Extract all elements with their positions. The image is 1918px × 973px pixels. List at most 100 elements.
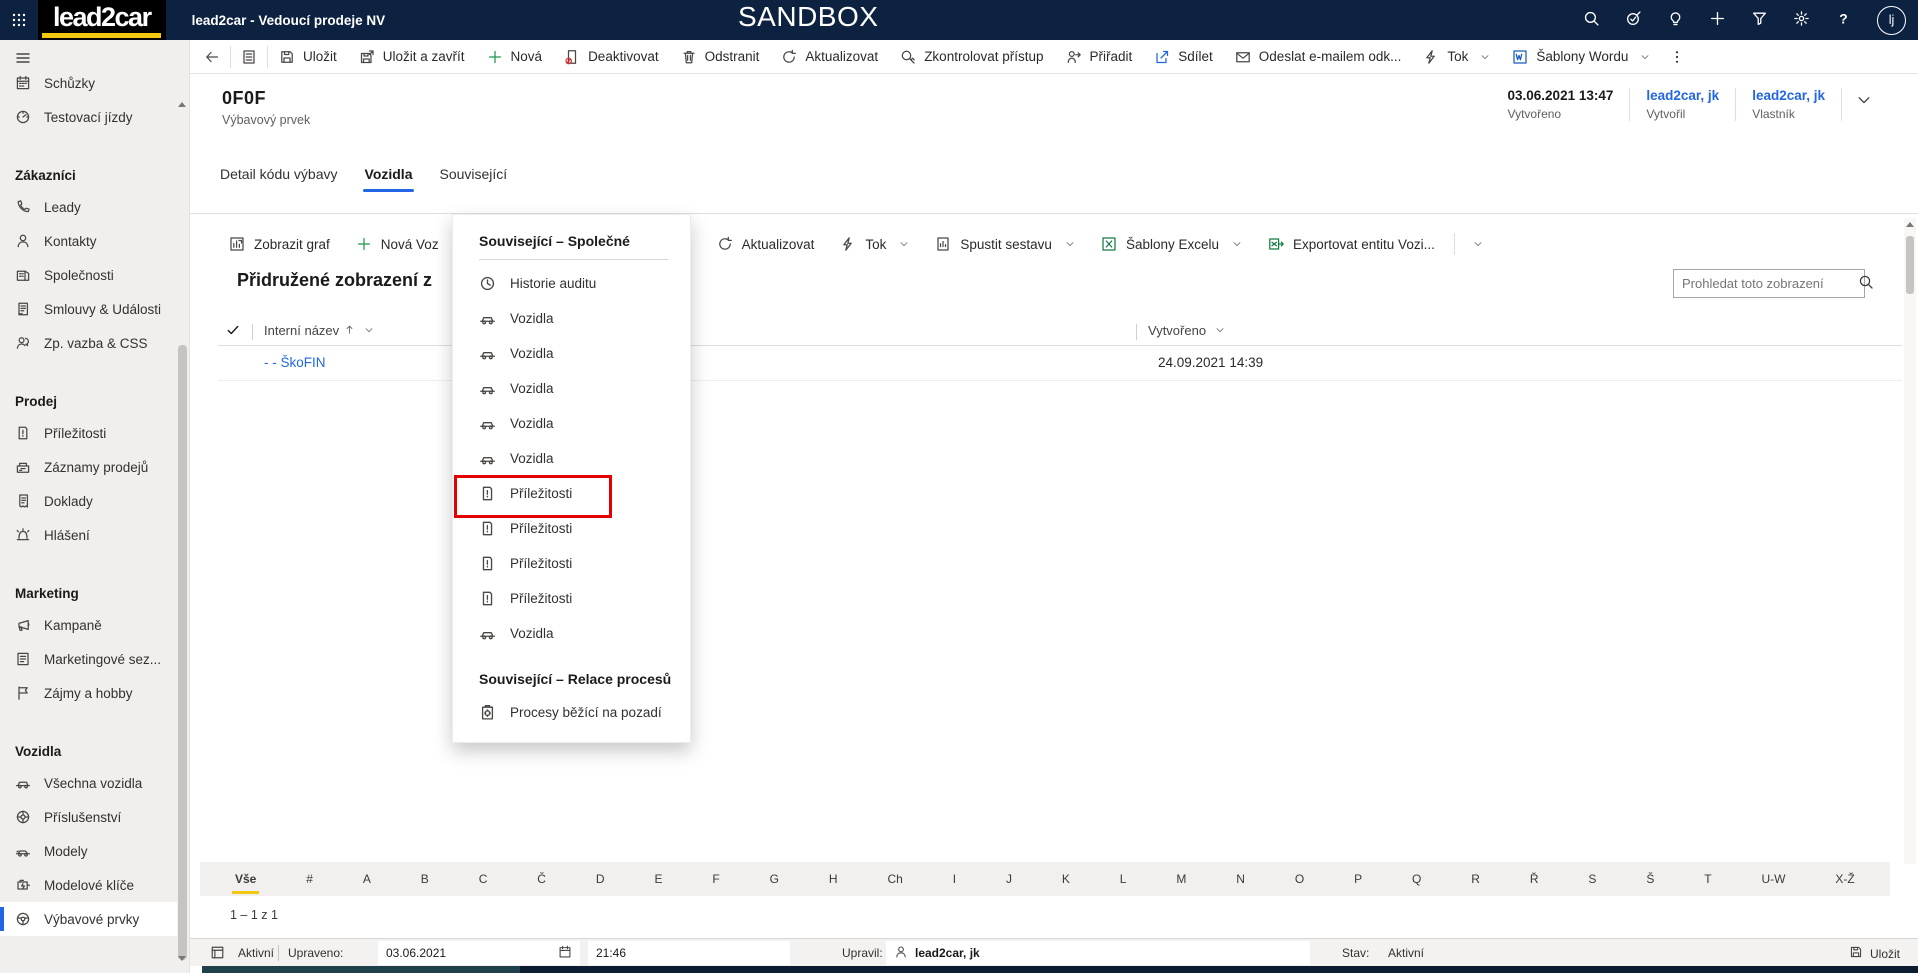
jump-letter[interactable]: X-Ž (1832, 870, 1857, 888)
new-vehicle-button[interactable]: Nová Voz (343, 226, 452, 262)
flow-button[interactable]: Tok (1412, 40, 1501, 74)
jump-letter[interactable]: # (303, 870, 316, 888)
sidebar-scroll-up-icon[interactable] (178, 102, 186, 107)
email-link-button[interactable]: Odeslat e-mailem odk... (1224, 40, 1413, 74)
sidebar-item-schuzky[interactable]: Schůzky (0, 66, 177, 100)
sidebar-item-spolecnosti[interactable]: Společnosti (0, 258, 177, 292)
toolbar-overflow-button[interactable] (1461, 226, 1491, 262)
modified-date-field[interactable] (378, 941, 580, 965)
quick-create-button[interactable] (1709, 10, 1726, 30)
sidebar-item-kampane[interactable]: Kampaně (0, 608, 177, 642)
sidebar-item-vsechna-vozidla[interactable]: Všechna vozidla (0, 766, 177, 800)
advanced-find-button[interactable] (1625, 10, 1642, 30)
jump-letter[interactable]: K (1059, 870, 1073, 888)
related-menu-item-car[interactable]: Vozidla (453, 301, 690, 336)
jump-letter[interactable]: Q (1409, 870, 1424, 888)
sidebar-item-leady[interactable]: Leady (0, 190, 177, 224)
grid-scrollbar[interactable] (1904, 218, 1916, 864)
jump-letter[interactable]: O (1292, 870, 1307, 888)
row-record-link[interactable]: - - ŠkoFIN (264, 355, 326, 370)
excel-templates-button[interactable]: Šablony Excelu (1088, 226, 1255, 262)
related-menu-item-car[interactable]: Vozidla (453, 406, 690, 441)
jump-letter[interactable]: S (1585, 870, 1599, 888)
help-button[interactable]: ? (1835, 10, 1852, 30)
jump-letter[interactable]: C (476, 870, 491, 888)
assign-button[interactable]: Přiřadit (1055, 40, 1144, 74)
delete-button[interactable]: Odstranit (670, 40, 771, 74)
jump-letter[interactable]: D (593, 870, 608, 888)
filter-button[interactable] (1751, 10, 1768, 30)
sidebar-item-modelove-klice[interactable]: Modelové klíče (0, 868, 177, 902)
app-launcher-button[interactable] (0, 0, 38, 40)
sidebar-item-prilezitosti[interactable]: Příležitosti (0, 416, 177, 450)
subgrid-view-title[interactable]: Přidružené zobrazení z (237, 270, 432, 291)
scrollbar-up-icon[interactable] (1906, 222, 1914, 227)
related-menu-item-opportunity[interactable]: Příležitosti (453, 511, 690, 546)
jump-letter[interactable]: Ch (884, 870, 905, 888)
flow-button[interactable]: Tok (827, 226, 922, 262)
chevron-down-icon[interactable] (1211, 323, 1225, 338)
show-chart-button[interactable]: Zobrazit graf (216, 226, 343, 262)
sidebar-item-zp-vazba-css[interactable]: Zp. vazba & CSS (0, 326, 177, 360)
export-entity-button[interactable]: Exportovat entitu Vozi... (1255, 226, 1448, 262)
jump-letter[interactable]: Vše (232, 870, 259, 888)
jump-letter[interactable]: R (1468, 870, 1483, 888)
related-menu-item-car[interactable]: Vozidla (453, 616, 690, 651)
sidebar-item-zajmy-a-hobby[interactable]: Zájmy a hobby (0, 676, 177, 710)
sidebar-scrollbar[interactable] (178, 345, 187, 960)
related-menu-item-process[interactable]: Procesy běžící na pozadí (453, 695, 690, 730)
deactivate-button[interactable]: Deaktivovat (553, 40, 670, 74)
search-button[interactable] (1583, 10, 1600, 30)
save-button[interactable]: Uložit (268, 40, 348, 74)
sidebar-item-vybavove-prvky[interactable]: Výbavové prvky (0, 902, 177, 936)
jump-letter[interactable]: B (418, 870, 432, 888)
form-switcher-icon[interactable] (210, 945, 225, 963)
jump-letter[interactable]: M (1173, 870, 1189, 888)
tab-vozidla[interactable]: Vozidla (365, 162, 413, 194)
run-report-button[interactable]: Spustit sestavu (922, 226, 1088, 262)
related-menu-item-car[interactable]: Vozidla (453, 336, 690, 371)
save-and-close-button[interactable]: Uložit a zavřít (348, 40, 476, 74)
tab-souvisejici[interactable]: Související (439, 162, 507, 194)
related-menu-item-opportunity[interactable]: Příležitosti (453, 476, 690, 511)
jump-letter[interactable]: T (1701, 870, 1714, 888)
scrollbar-thumb[interactable] (1906, 236, 1914, 294)
modified-time-input[interactable] (596, 946, 782, 960)
jump-letter[interactable]: Č (534, 870, 549, 888)
related-menu-item-history[interactable]: Historie auditu (453, 266, 690, 301)
sidebar-item-hlaseni[interactable]: Hlášení (0, 518, 177, 552)
related-menu-item-opportunity[interactable]: Příležitosti (453, 546, 690, 581)
sidebar-item-marketingove-sez[interactable]: Marketingové sez... (0, 642, 177, 676)
related-menu-item-car[interactable]: Vozidla (453, 441, 690, 476)
sidebar-item-prislusenstvi[interactable]: Příslušenství (0, 800, 177, 834)
search-icon[interactable] (1858, 274, 1874, 293)
sidebar-scroll-down-icon[interactable] (178, 956, 186, 961)
view-search-box[interactable] (1673, 269, 1865, 298)
jump-letter[interactable]: U-W (1759, 870, 1789, 888)
check-access-button[interactable]: Zkontrolovat přístup (889, 40, 1054, 74)
modified-time-field[interactable] (588, 941, 790, 965)
modified-date-input[interactable] (386, 946, 551, 960)
modified-by-input[interactable] (915, 946, 1302, 960)
jump-letter[interactable]: Š (1643, 870, 1657, 888)
sidebar-item-testovaci-jizdy[interactable]: Testovací jízdy (0, 100, 177, 134)
sidebar-item-modely[interactable]: Modely (0, 834, 177, 868)
new-button[interactable]: Nová (476, 40, 554, 74)
column-header-internal-name[interactable]: Interní název (264, 323, 374, 338)
related-menu-item-opportunity[interactable]: Příležitosti (453, 581, 690, 616)
jump-letter[interactable]: H (826, 870, 841, 888)
footer-save-button[interactable]: Uložit (1849, 945, 1900, 962)
refresh-button[interactable]: Aktualizovat (704, 226, 828, 262)
created-by-link[interactable]: lead2car, jk (1646, 88, 1719, 103)
jump-letter[interactable]: G (767, 870, 782, 888)
owner-link[interactable]: lead2car, jk (1752, 88, 1825, 103)
column-header-created[interactable]: Vytvořeno (1148, 323, 1225, 338)
jump-letter[interactable]: E (651, 870, 665, 888)
sidebar-item-smlouvy-udalosti[interactable]: Smlouvy & Události (0, 292, 177, 326)
jump-letter[interactable]: P (1351, 870, 1365, 888)
record-set-button[interactable] (231, 40, 267, 74)
settings-button[interactable] (1793, 10, 1810, 30)
modified-by-field[interactable] (886, 941, 1310, 965)
user-avatar[interactable]: lj (1877, 6, 1906, 35)
sidebar-item-doklady[interactable]: Doklady (0, 484, 177, 518)
